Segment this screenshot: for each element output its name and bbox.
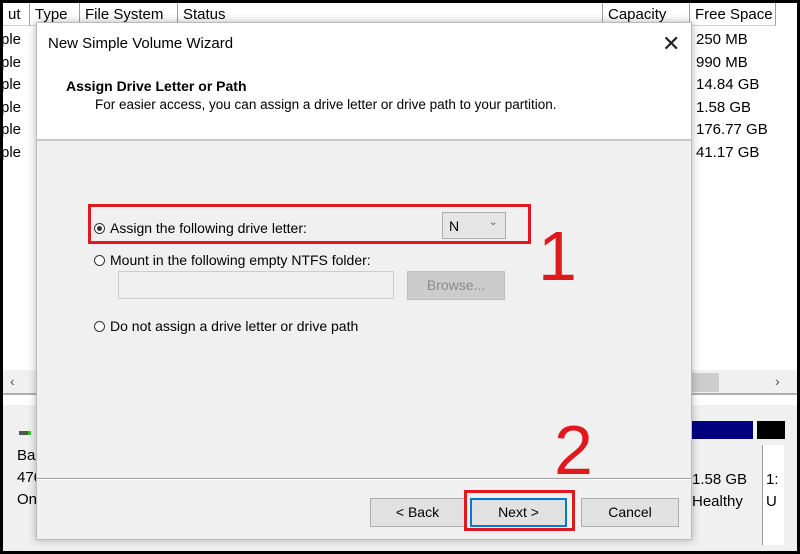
dialog-title: New Simple Volume Wizard: [48, 35, 234, 52]
table-cell: ple: [3, 76, 22, 93]
browse-button[interactable]: Browse...: [407, 271, 505, 300]
column-header-layout[interactable]: ut: [3, 3, 30, 26]
folder-path-input[interactable]: [118, 271, 394, 299]
scrollbar-thumb[interactable]: [689, 373, 719, 392]
partition-status: Healthy: [692, 493, 743, 510]
free-space-cell: 990 MB: [696, 54, 748, 71]
highlight-box-1: [88, 204, 531, 244]
disk-icon: [19, 431, 31, 435]
disk-management-window: ut Type File System Status Capacity Free…: [3, 3, 797, 551]
no-drive-letter-label[interactable]: Do not assign a drive letter or drive pa…: [110, 318, 358, 334]
back-button[interactable]: < Back: [370, 498, 465, 527]
table-cell: ple: [3, 54, 22, 71]
table-cell: ple: [3, 121, 22, 138]
highlight-box-2: [464, 490, 575, 531]
wizard-header: New Simple Volume Wizard ✕ Assign Drive …: [37, 23, 691, 141]
mount-folder-radio[interactable]: [94, 255, 105, 266]
free-space-cell: 14.84 GB: [696, 76, 760, 93]
partition-status: U: [766, 493, 777, 510]
mount-folder-label[interactable]: Mount in the following empty NTFS folder…: [110, 252, 371, 268]
partition-bar: [690, 421, 753, 439]
free-space-cell: 176.77 GB: [696, 121, 768, 138]
scroll-right-icon[interactable]: ›: [775, 373, 780, 389]
partition-bar: [757, 421, 785, 439]
free-space-cell: 250 MB: [696, 31, 748, 48]
free-space-cell: 41.17 GB: [696, 144, 760, 161]
disk-status: On: [17, 491, 38, 508]
page-heading: Assign Drive Letter or Path: [66, 78, 247, 94]
partition-size: 1:: [766, 471, 779, 488]
page-subheading: For easier access, you can assign a driv…: [95, 97, 557, 112]
scroll-left-icon[interactable]: ‹: [10, 373, 15, 389]
table-cell: ple: [3, 144, 22, 161]
table-cell: ple: [3, 99, 22, 116]
close-icon[interactable]: ✕: [662, 31, 680, 57]
annotation-number-1: 1: [538, 217, 577, 295]
column-header-free-space[interactable]: Free Space: [690, 3, 776, 26]
no-drive-letter-radio[interactable]: [94, 321, 105, 332]
annotation-number-2: 2: [554, 411, 593, 489]
free-space-cell: 1.58 GB: [696, 99, 752, 116]
table-cell: ple: [3, 31, 22, 48]
new-simple-volume-wizard-dialog: New Simple Volume Wizard ✕ Assign Drive …: [36, 22, 692, 540]
cancel-button[interactable]: Cancel: [581, 498, 679, 527]
partition-size: 1.58 GB: [692, 471, 748, 488]
